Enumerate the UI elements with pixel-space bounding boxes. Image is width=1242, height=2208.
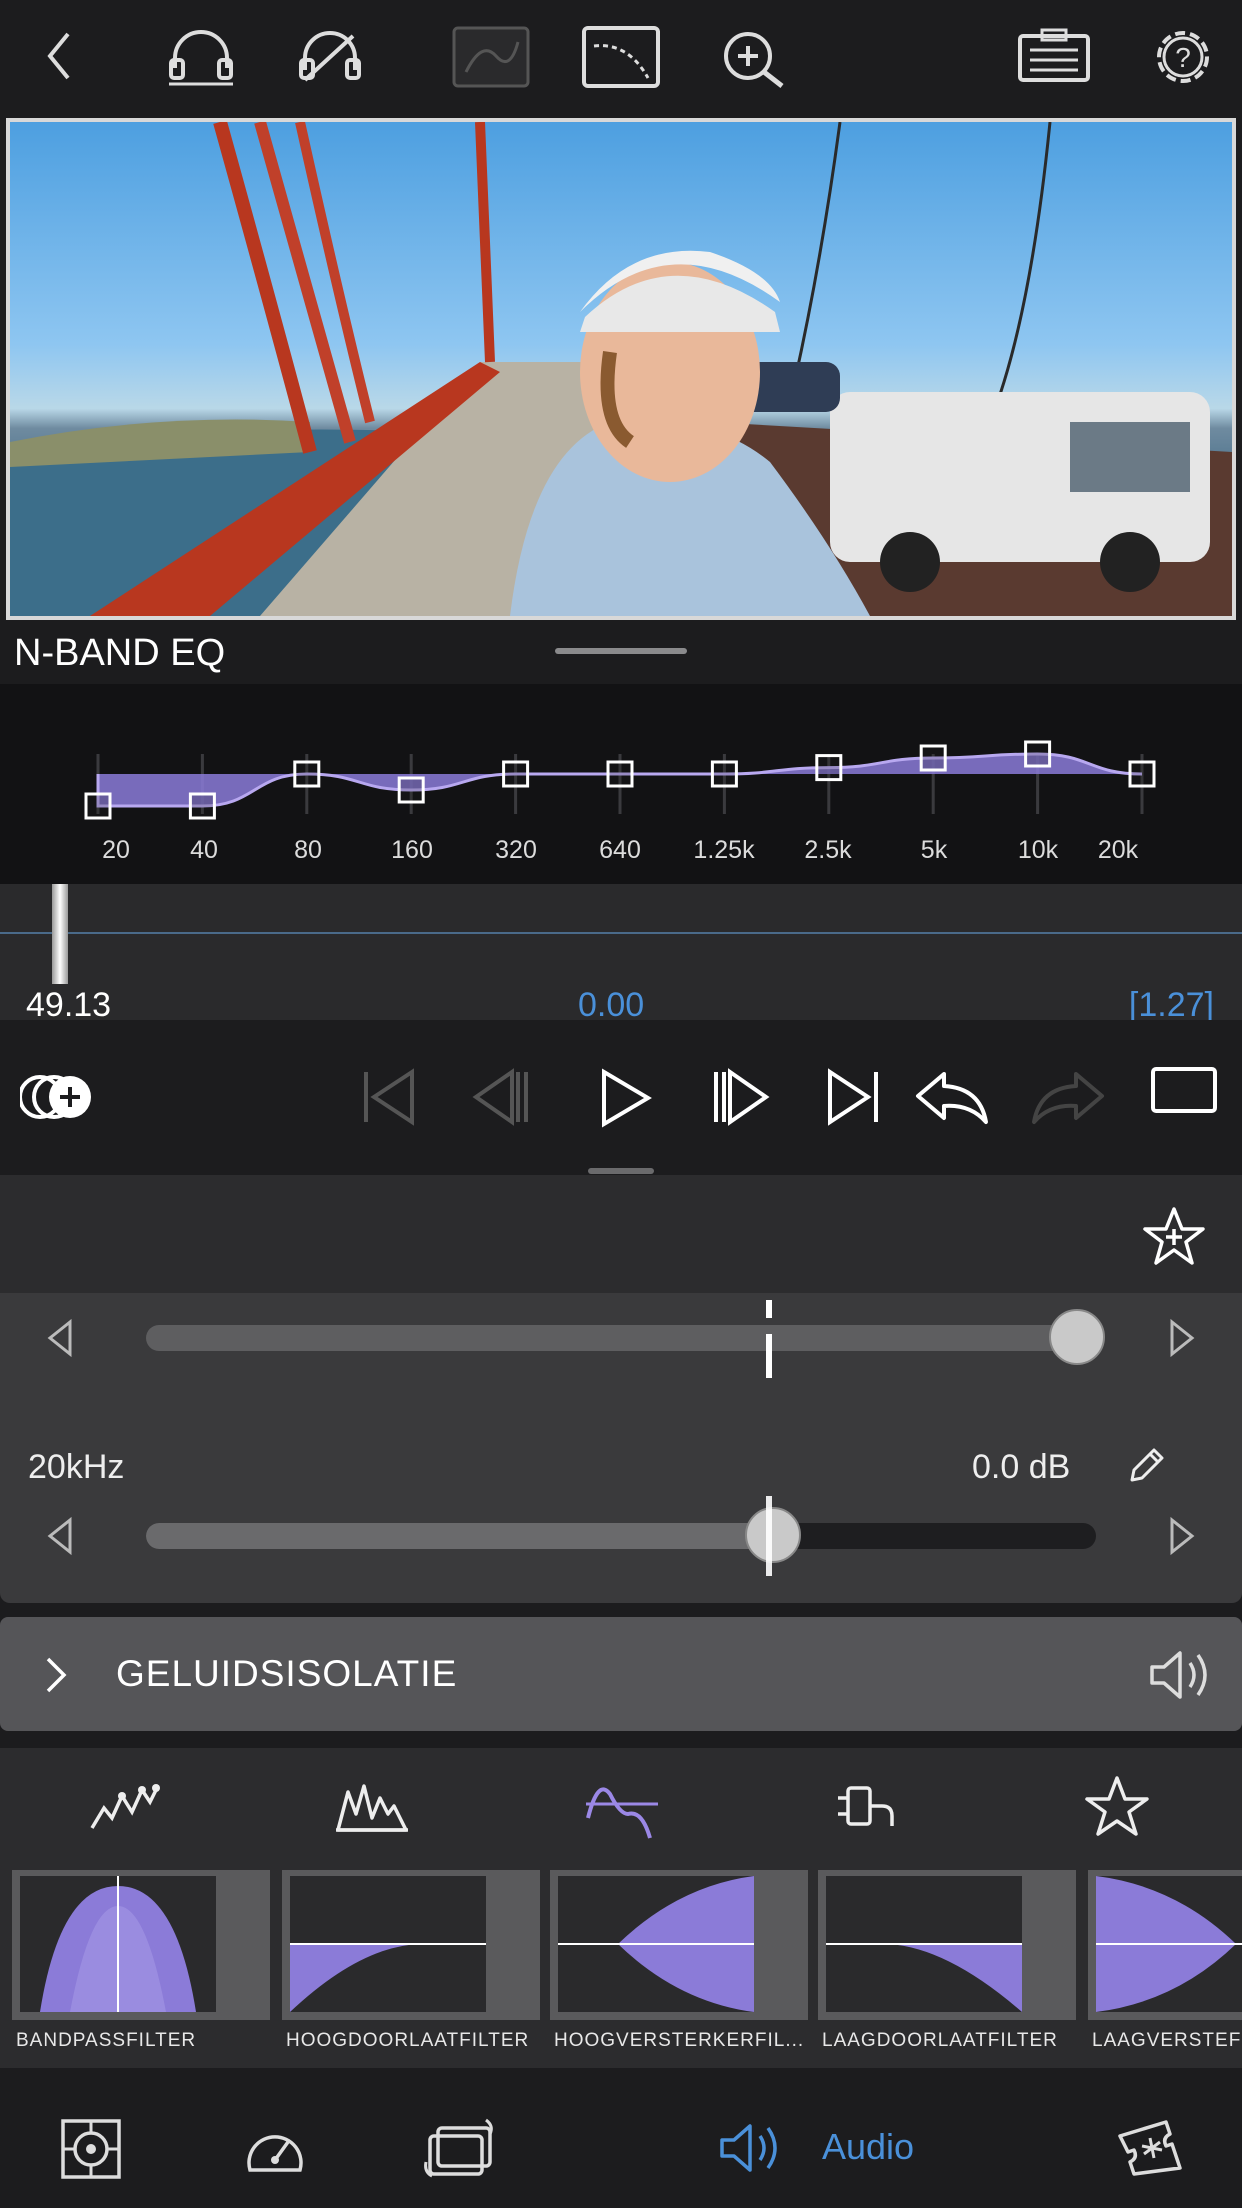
eq-band-handle-5k[interactable]: [919, 744, 947, 772]
add-favorite-icon[interactable]: [1142, 1205, 1206, 1267]
eq-band-handle-10k[interactable]: [1024, 740, 1052, 768]
eq-tick-label: 5k: [920, 836, 948, 864]
timeline[interactable]: 49.13 0.00 [1.27]: [0, 884, 1242, 1024]
slider2-increment-icon[interactable]: [1168, 1516, 1196, 1556]
eq-band-handle-320[interactable]: [502, 760, 530, 788]
eq-band-handle-640[interactable]: [606, 760, 634, 788]
preset-label-highshelf: HOOGVERSTERKERFIL...: [554, 2030, 805, 2051]
video-preview[interactable]: [6, 118, 1236, 620]
headphones-icon[interactable]: [165, 28, 237, 86]
eq-title-bar: N-BAND EQ: [0, 620, 1242, 684]
chevron-right-icon[interactable]: [44, 1655, 68, 1695]
eq-band-handle-1.25k[interactable]: [710, 760, 738, 788]
redo-icon: [1030, 1068, 1106, 1126]
fullscreen-icon[interactable]: [1150, 1066, 1218, 1114]
eq-band-handle-20k[interactable]: [1128, 760, 1156, 788]
settings-help-icon[interactable]: ?: [1150, 24, 1216, 90]
preset-plot-bandpass: [20, 1876, 216, 2012]
preset-plot-lowpass: [826, 1876, 1022, 2012]
speed-gauge-icon[interactable]: [244, 2122, 306, 2176]
eq-tick-label: 20k: [1097, 836, 1139, 864]
top-toolbar: ?: [0, 0, 1242, 118]
step-forward-icon[interactable]: [712, 1068, 770, 1126]
slider2-center-mark: [766, 1496, 772, 1576]
back-icon[interactable]: [38, 28, 82, 84]
frequency-label: 20kHz: [28, 1448, 125, 1486]
eq-tick-label: 20: [102, 836, 130, 864]
preset-label-highpass: HOOGDOORLAATFILTER: [286, 2030, 530, 2051]
layers-vibrate-icon[interactable]: [424, 2116, 500, 2178]
headphones-off-icon[interactable]: [297, 30, 363, 84]
keyframe-curve-icon: [452, 26, 530, 88]
eq-tick-label: 80: [294, 836, 322, 864]
slider2-decrement-icon[interactable]: [46, 1516, 74, 1556]
skip-to-start-icon: [360, 1068, 418, 1126]
skip-to-end-icon[interactable]: [824, 1068, 882, 1126]
gain-label: 0.0 dB: [972, 1448, 1071, 1486]
slider2-thumb[interactable]: [745, 1507, 801, 1563]
eq-band-handle-2.5k[interactable]: [815, 754, 843, 782]
waveform-peaks-icon[interactable]: [88, 1778, 160, 1834]
speaker-volume-icon[interactable]: [1148, 1647, 1218, 1703]
eq-tick-label: 320: [495, 836, 537, 864]
eq-tick-label: 640: [599, 836, 641, 864]
filter-curve-icon[interactable]: [584, 1774, 660, 1840]
bottom-tab-bar: Audio: [0, 2090, 1242, 2208]
spectrum-icon[interactable]: [334, 1778, 410, 1834]
drag-handle[interactable]: [555, 648, 687, 654]
effects-ticket-icon[interactable]: [1114, 2116, 1186, 2180]
eq-band-handle-40[interactable]: [188, 792, 216, 820]
svg-text:?: ?: [1175, 42, 1191, 73]
preset-plot-highpass: [290, 1876, 486, 2012]
preset-plot-lowshelf: [1096, 1876, 1242, 2012]
favorites-star-icon[interactable]: [1084, 1774, 1150, 1838]
eq-tick-label: 40: [190, 836, 218, 864]
eq-tick-label: 2.5k: [804, 836, 852, 864]
playhead[interactable]: [52, 884, 68, 984]
panel-drag-handle[interactable]: [588, 1168, 654, 1174]
play-icon[interactable]: [598, 1068, 652, 1128]
slider2-track[interactable]: [146, 1507, 1096, 1563]
zoom-in-icon[interactable]: [720, 28, 788, 90]
plug-icon[interactable]: [836, 1780, 900, 1832]
add-layer-icon[interactable]: [20, 1072, 94, 1122]
eq-tick-label: 10k: [1017, 836, 1059, 864]
effect-header: [0, 1175, 1242, 1293]
eq-tick-label: 160: [391, 836, 433, 864]
sound-isolation-label: GELUIDSISOLATIE: [116, 1653, 458, 1694]
curve-icon[interactable]: [582, 26, 660, 88]
slider2-fill: [146, 1523, 773, 1549]
transform-target-icon[interactable]: [60, 2118, 122, 2180]
slider1-thumb[interactable]: [1049, 1309, 1105, 1365]
slider1-increment-icon[interactable]: [1168, 1318, 1196, 1358]
sound-isolation-row[interactable]: GELUIDSISOLATIE: [0, 1617, 1242, 1731]
step-back-icon: [472, 1068, 530, 1126]
edit-pencil-icon[interactable]: [1124, 1444, 1168, 1488]
clipboard-icon[interactable]: [1016, 26, 1092, 84]
eq-title: N-BAND EQ: [14, 632, 226, 674]
eq-band-handle-160[interactable]: [397, 776, 425, 804]
preset-plot-highshelf: [558, 1876, 754, 2012]
preset-label-lowshelf: LAAGVERSTEF: [1092, 2030, 1242, 2051]
timeline-track-line: [0, 932, 1242, 934]
undo-icon[interactable]: [914, 1068, 990, 1126]
eq-band-handle-20[interactable]: [84, 792, 112, 820]
eq-tick-label: 1.25k: [693, 836, 755, 864]
slider1-track[interactable]: [146, 1309, 1105, 1365]
transport-bar: [0, 1020, 1242, 1174]
eq-band-handle-80[interactable]: [293, 760, 321, 788]
preset-label-bandpass: BANDPASSFILTER: [16, 2030, 197, 2051]
slider1-center-mark: [766, 1300, 772, 1378]
slider1-decrement-icon[interactable]: [46, 1318, 74, 1358]
audio-tab-label[interactable]: Audio: [822, 2126, 914, 2168]
preset-label-lowpass: LAAGDOORLAATFILTER: [822, 2030, 1058, 2051]
audio-tab-icon[interactable]: [718, 2120, 788, 2176]
